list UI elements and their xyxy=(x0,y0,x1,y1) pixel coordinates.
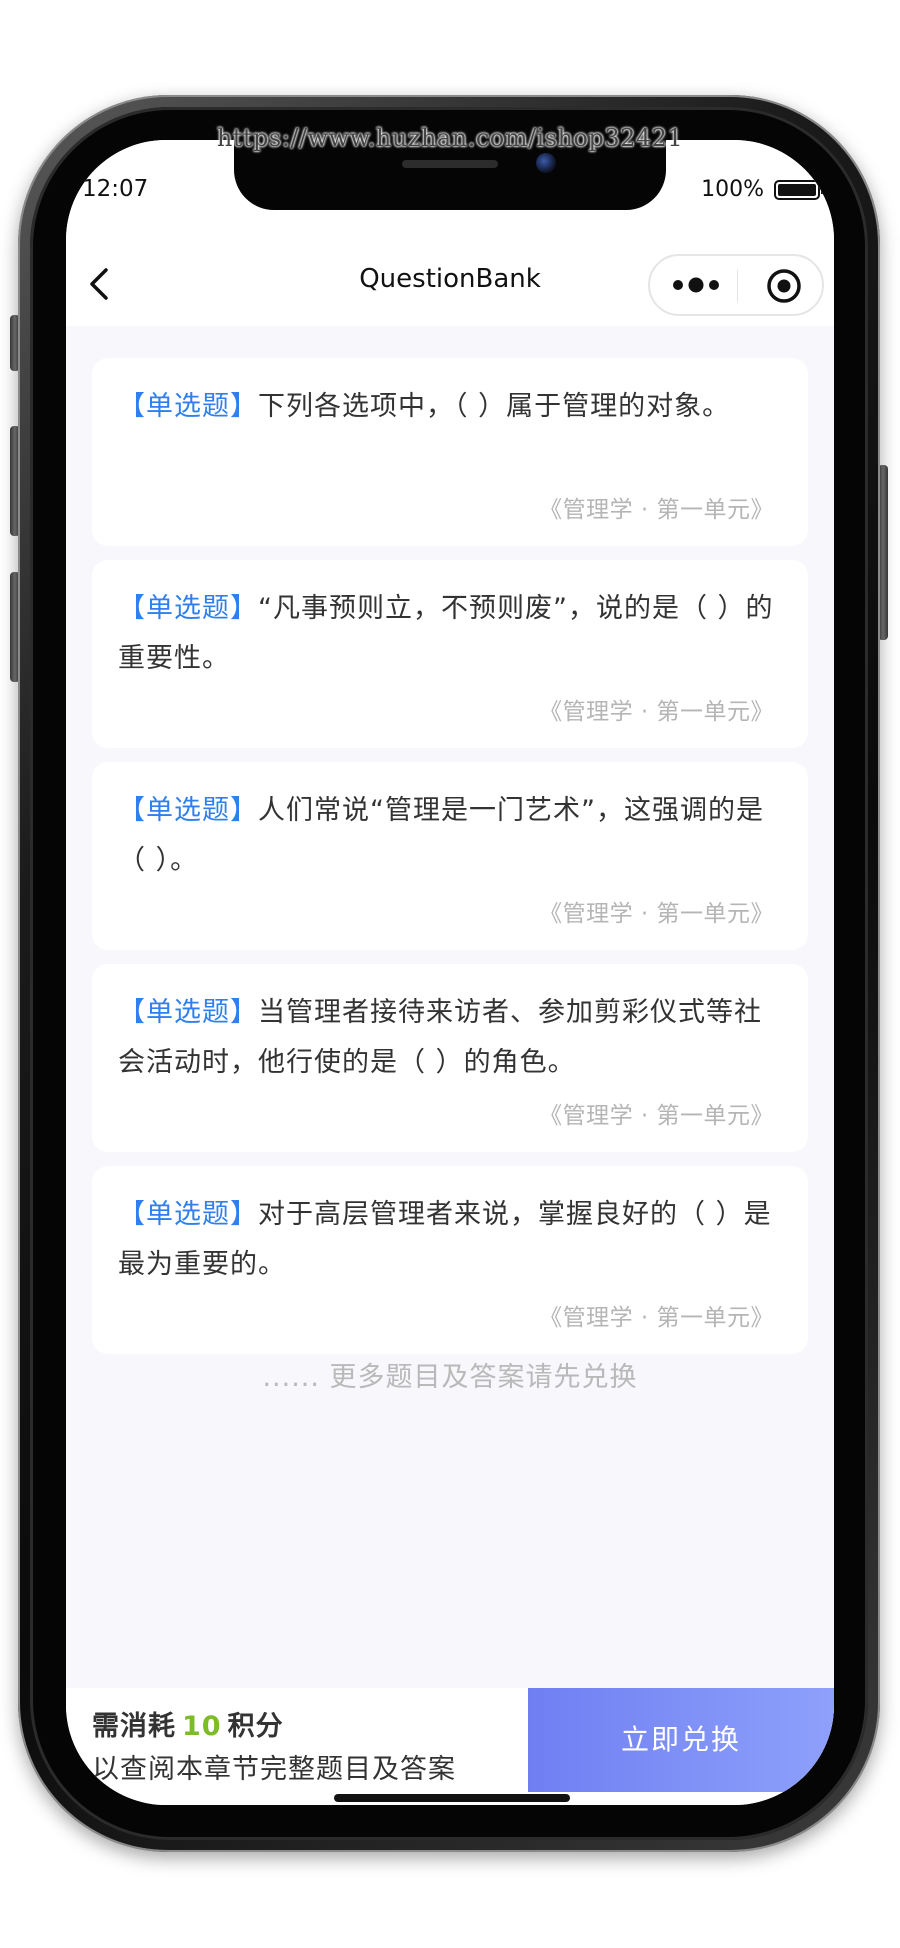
question-card[interactable]: 【单选题】人们常说“管理是一门艺术”，这强调的是（ ）。 《管理学 · 第一单元… xyxy=(92,762,808,950)
capsule-divider xyxy=(737,270,738,302)
question-list: 【单选题】下列各选项中，（ ）属于管理的对象。 《管理学 · 第一单元》 【单选… xyxy=(66,326,834,1626)
mini-program-capsule xyxy=(648,254,824,316)
question-source: 《管理学 · 第一单元》 xyxy=(539,497,774,523)
battery-status: 100% xyxy=(701,177,824,202)
question-source: 《管理学 · 第一单元》 xyxy=(539,1103,774,1129)
more-dots-icon[interactable] xyxy=(670,272,722,298)
front-camera-icon xyxy=(536,153,556,173)
earpiece-speaker xyxy=(402,160,498,168)
question-text-block: 【单选题】当管理者接待来访者、参加剪彩仪式等社会活动时，他行使的是（ ）的角色。 xyxy=(118,988,782,1088)
question-text-block: 【单选题】人们常说“管理是一门艺术”，这强调的是（ ）。 xyxy=(118,786,782,886)
battery-percentage: 100% xyxy=(701,177,764,202)
redeem-now-button[interactable]: 立即兑换 xyxy=(528,1688,834,1792)
home-indicator[interactable] xyxy=(334,1794,570,1802)
watermark-url: https://www.huzhan.com/ishop32421 xyxy=(216,124,684,152)
navigation-bar: QuestionBank xyxy=(66,240,834,326)
target-circle-icon[interactable] xyxy=(766,268,802,304)
phone-screen: 12:07 100% QuestionBank 【单选题】下列各选项中，（ ）属… xyxy=(66,140,834,1805)
cost-points: 10 xyxy=(182,1711,222,1742)
cost-suffix: 积分 xyxy=(227,1711,284,1742)
cost-prefix: 需消耗 xyxy=(92,1711,176,1742)
question-card[interactable]: 【单选题】下列各选项中，（ ）属于管理的对象。 《管理学 · 第一单元》 xyxy=(92,358,808,546)
cost-line: 需消耗 10 积分 xyxy=(92,1704,284,1743)
question-text-block: 【单选题】下列各选项中，（ ）属于管理的对象。 xyxy=(118,382,782,482)
question-card[interactable]: 【单选题】当管理者接待来访者、参加剪彩仪式等社会活动时，他行使的是（ ）的角色。… xyxy=(92,964,808,1152)
question-source: 《管理学 · 第一单元》 xyxy=(539,699,774,725)
battery-icon xyxy=(774,179,824,200)
battery-fill xyxy=(778,183,816,196)
cost-description: 以查阅本章节完整题目及答案 xyxy=(92,1754,456,1785)
question-text-block: 【单选题】“凡事预则立，不预则废”，说的是（ ）的重要性。 xyxy=(118,584,782,684)
more-questions-hint: ...... 更多题目及答案请先兑换 xyxy=(262,1362,638,1393)
status-time: 12:07 xyxy=(82,176,149,202)
question-type-label: 【单选题】 xyxy=(118,997,258,1028)
question-text-block: 【单选题】对于高层管理者来说，掌握良好的（ ）是最为重要的。 xyxy=(118,1190,782,1290)
question-type-label: 【单选题】 xyxy=(118,391,258,422)
question-type-label: 【单选题】 xyxy=(118,593,258,624)
question-type-label: 【单选题】 xyxy=(118,1199,258,1230)
question-stem: 下列各选项中，（ ）属于管理的对象。 xyxy=(258,391,731,422)
question-source: 《管理学 · 第一单元》 xyxy=(539,901,774,927)
question-type-label: 【单选题】 xyxy=(118,795,258,826)
question-source: 《管理学 · 第一单元》 xyxy=(539,1305,774,1331)
bottom-action-bar: 需消耗 10 积分 以查阅本章节完整题目及答案 立即兑换 xyxy=(66,1688,834,1805)
question-card[interactable]: 【单选题】对于高层管理者来说，掌握良好的（ ）是最为重要的。 《管理学 · 第一… xyxy=(92,1166,808,1354)
question-card[interactable]: 【单选题】“凡事预则立，不预则废”，说的是（ ）的重要性。 《管理学 · 第一单… xyxy=(92,560,808,748)
stage: https://www.huzhan.com/ishop32421 12:07 … xyxy=(0,0,900,1948)
